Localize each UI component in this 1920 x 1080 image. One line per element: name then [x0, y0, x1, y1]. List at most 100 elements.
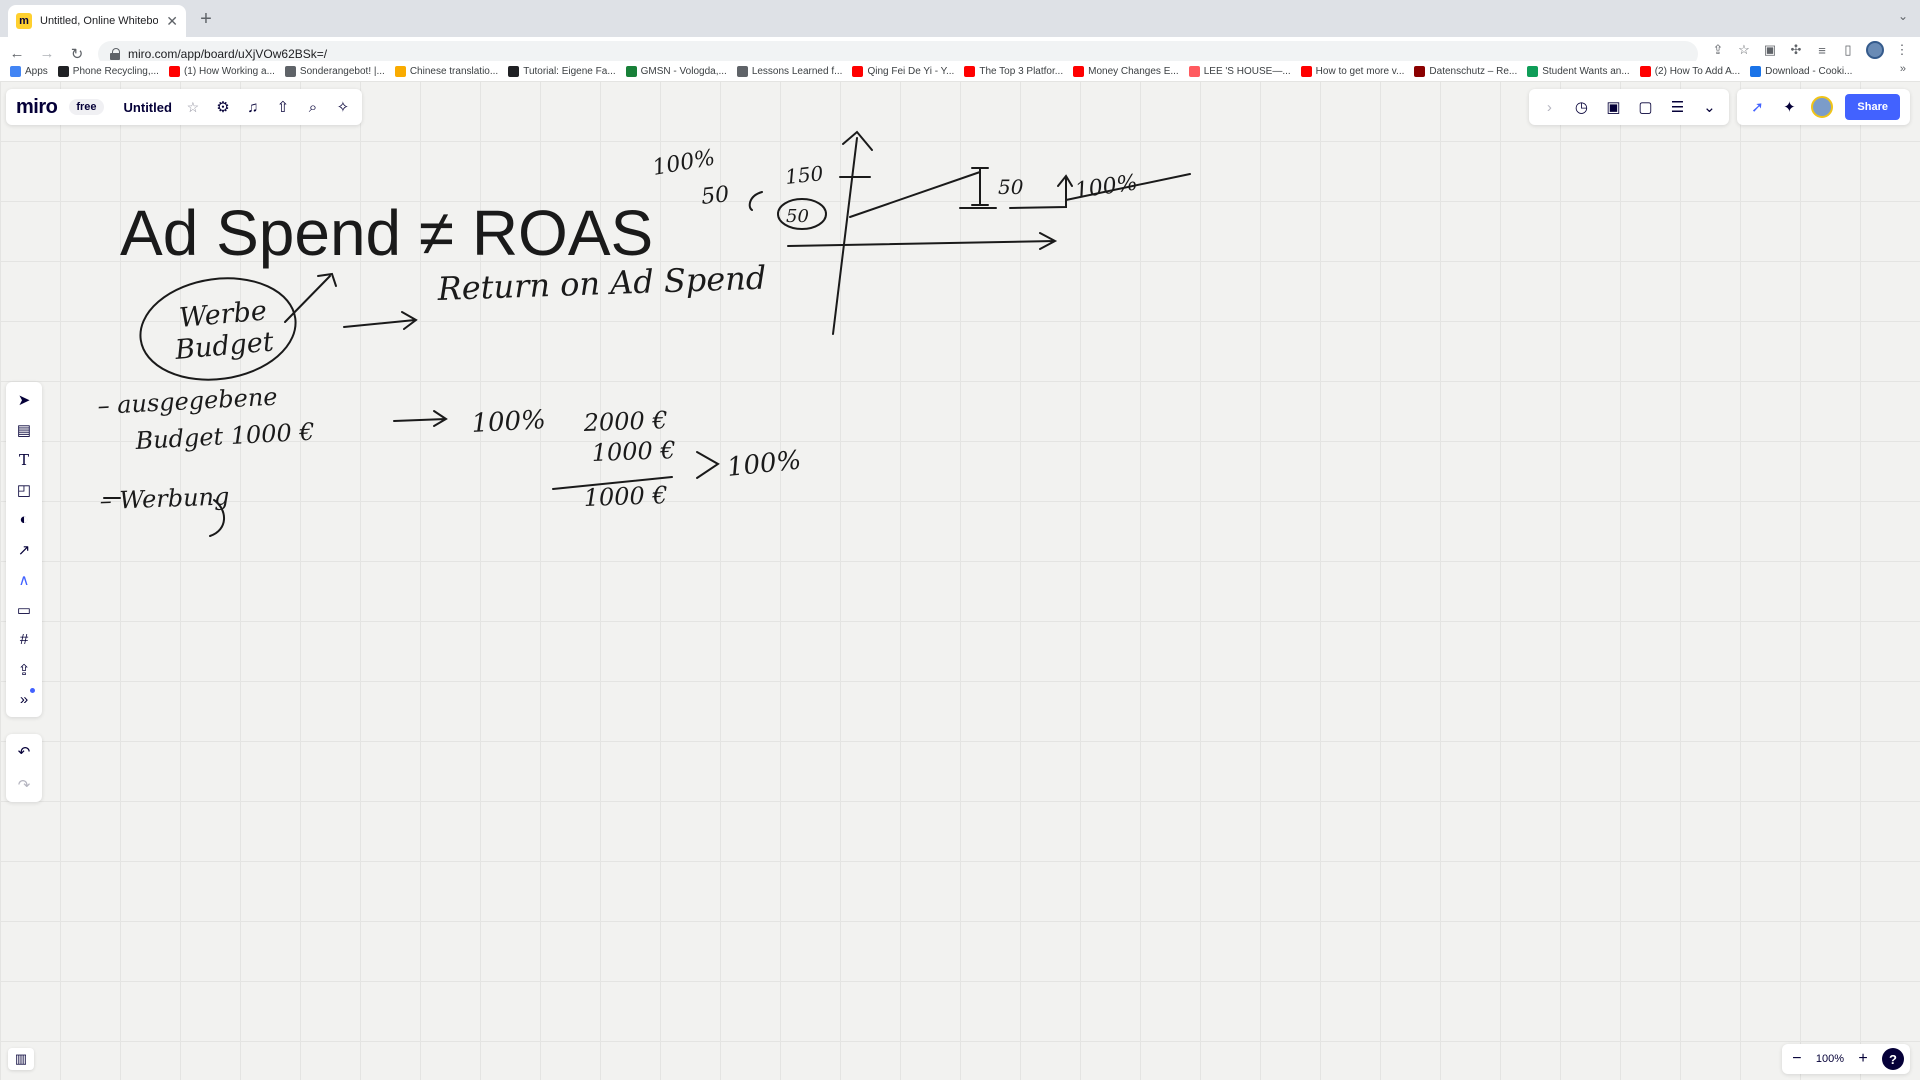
bookmark-label: Qing Fei De Yi - Y...	[867, 65, 955, 77]
zoom-in-button[interactable]: +	[1854, 1050, 1872, 1068]
new-feature-dot	[30, 688, 35, 693]
upload-file-icon[interactable]: ⇪	[13, 660, 35, 679]
side-panel-icon[interactable]: ▯	[1840, 42, 1856, 58]
bookmark-favicon-icon	[394, 65, 406, 77]
bookmark-favicon-icon	[964, 65, 976, 77]
bell-icon[interactable]: ♫	[244, 98, 262, 116]
bookmark-label: Lessons Learned f...	[751, 65, 843, 77]
connector-line-icon[interactable]: ↗	[13, 540, 35, 559]
bookmark-label: Sonderangebot! |...	[299, 65, 385, 77]
user-avatar[interactable]	[1811, 96, 1834, 118]
sticky-note-icon[interactable]: ◰	[13, 480, 35, 499]
templates-icon[interactable]: ▤	[13, 420, 35, 439]
board-panel-icon[interactable]: ▥	[8, 1048, 34, 1070]
bookmark-item[interactable]: Datenschutz – Re...	[1414, 65, 1517, 77]
magic-icon[interactable]: ✧	[334, 98, 352, 116]
bookmark-favicon-icon	[10, 65, 21, 77]
bookmark-star-icon[interactable]: ☆	[1736, 42, 1752, 58]
bookmark-favicon-icon	[284, 65, 296, 77]
bookmark-favicon-icon	[1300, 65, 1312, 77]
search-icon[interactable]: ⌕	[304, 98, 322, 116]
text-icon[interactable]: T	[13, 450, 35, 469]
timer-icon[interactable]: ◷	[1571, 97, 1591, 117]
bookmark-favicon-icon	[1188, 65, 1200, 77]
board-title[interactable]: Untitled	[124, 100, 172, 115]
bookmark-item[interactable]: Qing Fei De Yi - Y...	[852, 65, 955, 77]
creation-toolbar: ➤ ▤ T ◰ ◐ ↗ ∧ ▭ # ⇪ »	[6, 382, 42, 717]
bookmark-favicon-icon	[1073, 65, 1085, 77]
share-page-icon[interactable]: ⇪	[1710, 42, 1726, 58]
undo-icon[interactable]: ↶	[13, 742, 35, 761]
redo-icon[interactable]: ↷	[13, 775, 35, 794]
bookmark-label: Money Changes E...	[1088, 65, 1179, 77]
cursor-icon[interactable]: ➚	[1747, 97, 1767, 117]
frame-icon[interactable]: #	[13, 630, 35, 649]
bookmark-item[interactable]: Lessons Learned f...	[736, 65, 843, 77]
bookmark-item[interactable]: GMSN - Vologda,...	[625, 65, 727, 77]
url-text: miro.com/app/board/uXjVOw62BSk=/	[128, 46, 328, 61]
bookmark-label: Student Wants an...	[1542, 65, 1630, 77]
bookmark-favicon-icon	[57, 65, 69, 77]
bookmark-item[interactable]: LEE 'S HOUSE—...	[1188, 65, 1291, 77]
bookmark-label: Tutorial: Eigene Fa...	[523, 65, 616, 77]
miro-logo[interactable]: miro	[16, 96, 58, 119]
select-cursor-icon[interactable]: ➤	[13, 390, 35, 409]
bookmark-item[interactable]: How to get more v...	[1300, 65, 1405, 77]
browser-tab-strip: m Untitled, Online Whiteboard for ✕ + ⌄	[0, 0, 1920, 37]
bookmark-favicon-icon	[508, 65, 520, 77]
bookmark-favicon-icon	[1414, 65, 1426, 77]
chevron-right-icon[interactable]: ›	[1539, 97, 1559, 117]
bookmarks-overflow-icon[interactable]: »	[1900, 63, 1906, 75]
tab-search-icon[interactable]: ⌄	[1898, 9, 1908, 23]
bookmark-favicon-icon	[1527, 65, 1539, 77]
bookmark-item[interactable]: (1) How Working a...	[168, 65, 275, 77]
reading-list-icon[interactable]: ≡	[1814, 42, 1830, 58]
bookmark-favicon-icon	[736, 65, 748, 77]
bookmark-item[interactable]: Tutorial: Eigene Fa...	[508, 65, 616, 77]
bookmark-label: GMSN - Vologda,...	[640, 65, 727, 77]
star-icon[interactable]: ☆	[184, 98, 202, 116]
celebrate-icon[interactable]: ✦	[1779, 97, 1799, 117]
notes-icon[interactable]: ☰	[1667, 97, 1687, 117]
bookmark-label: LEE 'S HOUSE—...	[1203, 65, 1291, 77]
shapes-icon[interactable]: ◐	[13, 510, 35, 529]
zoom-out-button[interactable]: −	[1788, 1050, 1806, 1068]
upload-icon[interactable]: ⇧	[274, 98, 292, 116]
bookmark-item[interactable]: Apps	[10, 65, 48, 77]
bookmark-label: How to get more v...	[1315, 65, 1405, 77]
bookmark-item[interactable]: Chinese translatio...	[394, 65, 498, 77]
bookmark-label: (1) How Working a...	[183, 65, 275, 77]
bookmark-item[interactable]: (2) How To Add A...	[1639, 65, 1741, 77]
share-button[interactable]: Share	[1845, 94, 1900, 120]
pen-icon[interactable]: ∧	[13, 570, 35, 589]
tab-title: Untitled, Online Whiteboard for	[40, 15, 159, 27]
bookmark-favicon-icon	[852, 65, 864, 77]
profile-avatar[interactable]	[1866, 41, 1884, 59]
bookmark-item[interactable]: Sonderangebot! |...	[284, 65, 385, 77]
close-icon[interactable]: ✕	[166, 13, 178, 30]
bookmark-item[interactable]: Money Changes E...	[1073, 65, 1179, 77]
board-heading[interactable]: Ad Spend ≠ ROAS	[120, 196, 653, 270]
browser-menu-icon[interactable]: ⋮	[1894, 42, 1910, 58]
bookmark-label: Apps	[25, 65, 48, 77]
bookmark-label: Download - Cooki...	[1765, 65, 1853, 77]
bookmark-item[interactable]: The Top 3 Platfor...	[964, 65, 1063, 77]
browser-tab-miro[interactable]: m Untitled, Online Whiteboard for ✕	[8, 5, 186, 37]
settings-gear-icon[interactable]: ⚙	[214, 98, 232, 116]
comment-icon[interactable]: ▭	[13, 600, 35, 619]
video-call-icon[interactable]: ▢	[1635, 97, 1655, 117]
bookmark-item[interactable]: Download - Cooki...	[1750, 65, 1853, 77]
chevron-down-icon[interactable]: ⌄	[1699, 97, 1719, 117]
present-icon[interactable]: ▣	[1603, 97, 1623, 117]
bookmark-favicon-icon	[1750, 65, 1762, 77]
plan-badge[interactable]: free	[69, 99, 104, 115]
zoom-level[interactable]: 100%	[1816, 1053, 1844, 1065]
help-icon[interactable]: ?	[1882, 1048, 1904, 1070]
bookmark-item[interactable]: Student Wants an...	[1527, 65, 1630, 77]
share-group: ➚ ✦ Share	[1737, 89, 1910, 125]
bookmark-label: (2) How To Add A...	[1654, 65, 1741, 77]
new-tab-button[interactable]: +	[194, 7, 218, 31]
puzzle-extensions-icon[interactable]: ✣	[1788, 42, 1804, 58]
bookmark-item[interactable]: Phone Recycling,...	[57, 65, 159, 77]
facebook-extension-icon[interactable]: ▣	[1762, 42, 1778, 58]
